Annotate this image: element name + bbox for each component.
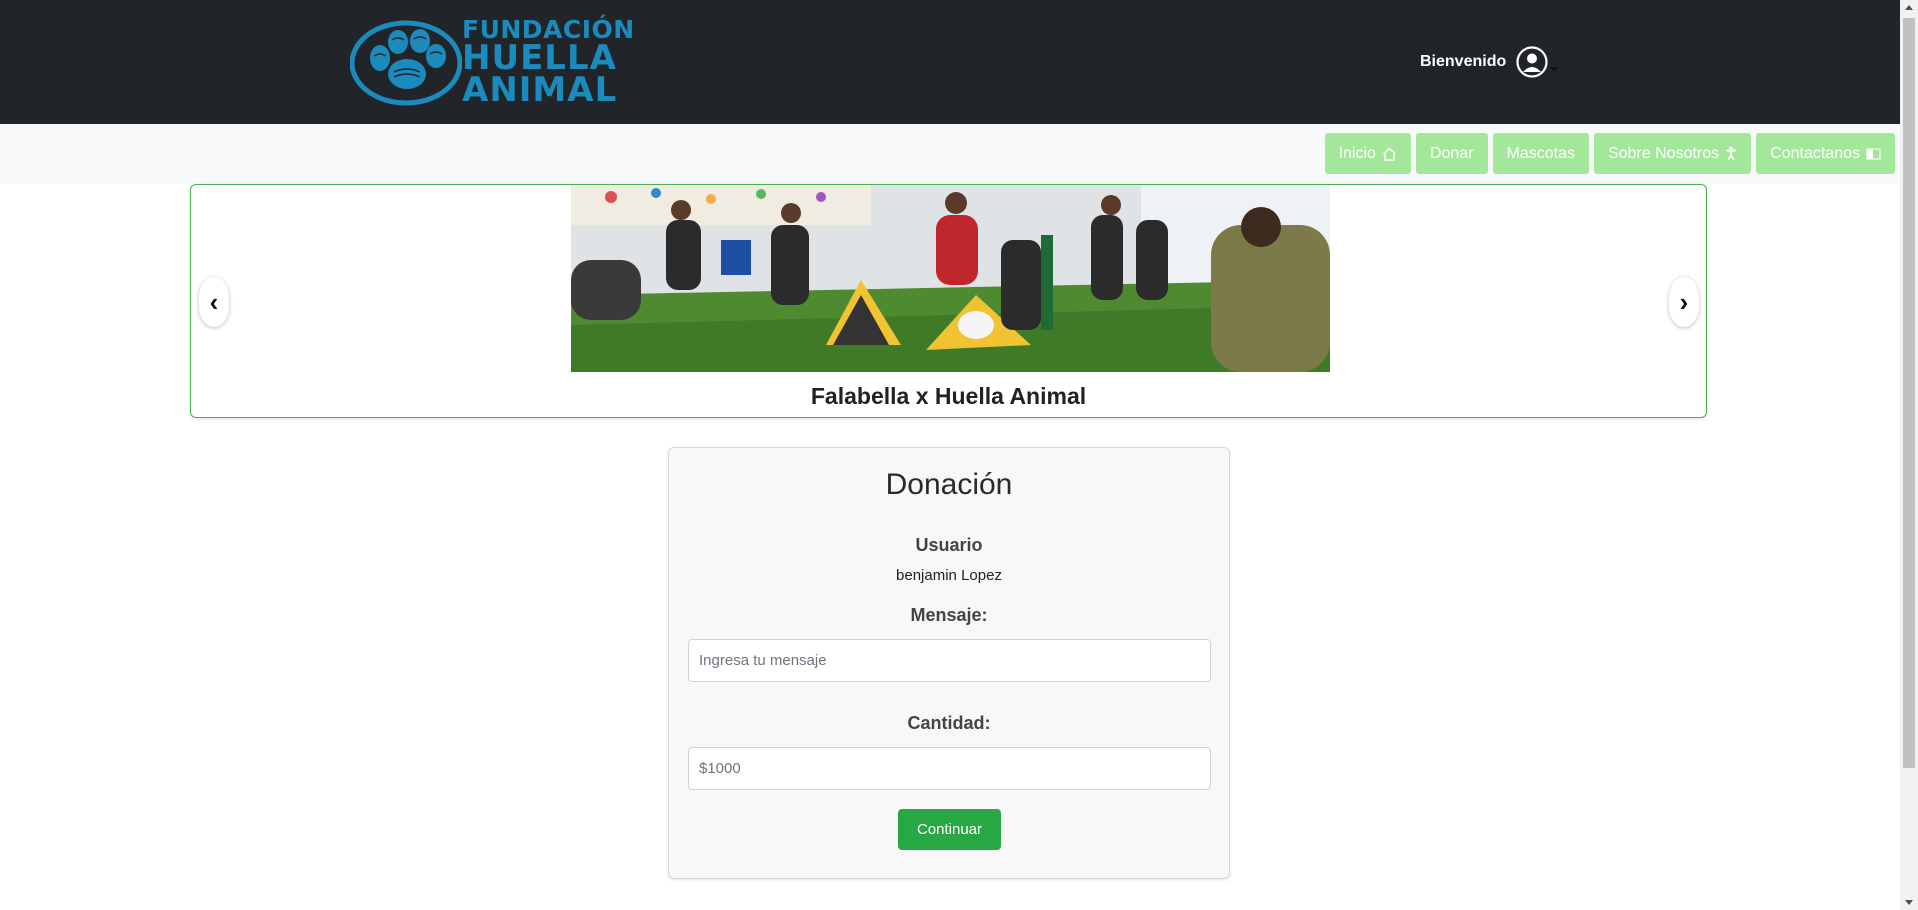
carousel-caption: Falabella x Huella Animal [810,383,1087,409]
chevron-left-icon: ‹ [209,286,219,317]
carousel-next-button[interactable]: › [1669,277,1699,327]
user-circle-icon[interactable] [1516,46,1548,78]
chevron-down-icon[interactable] [1550,66,1559,72]
carousel-prev-button[interactable]: ‹ [199,277,229,327]
image-carousel: ‹ › Falabella x Huella Animal [190,184,1707,418]
logo[interactable]: FUNDACIÓN HUELLA ANIMAL [350,17,634,107]
nav-donar[interactable]: Donar [1415,133,1488,174]
nav-inicio[interactable]: Inicio [1324,133,1411,174]
donation-title: Donación [885,468,1013,501]
nav-sobre-nosotros-label: Sobre Nosotros [1607,144,1720,162]
home-icon [1382,146,1396,161]
nav-inicio-label: Inicio [1338,144,1376,162]
user-value: benjamin Lopez [896,567,1002,584]
nav-donar-label: Donar [1429,144,1474,162]
chevron-right-icon: › [1679,286,1689,317]
main-nav: Inicio Donar Mascotas Sobre Nosotros Con… [0,124,1900,184]
user-label: Usuario [915,535,983,555]
user-menu[interactable]: Bienvenido [1420,46,1559,78]
nav-sobre-nosotros[interactable]: Sobre Nosotros [1593,133,1752,174]
nav-contactanos[interactable]: Contactanos [1756,133,1895,174]
person-icon [1725,146,1737,161]
nav-contactanos-label: Contactanos [1770,144,1860,162]
donation-card: Donación Usuario benjamin Lopez Mensaje:… [668,447,1230,879]
continue-button[interactable]: Continuar [898,809,1001,850]
scroll-down-icon[interactable] [1905,900,1913,905]
nav-links: Inicio Donar Mascotas Sobre Nosotros Con… [1324,133,1895,174]
paw-print-icon [350,20,462,106]
top-header: FUNDACIÓN HUELLA ANIMAL Bienvenido [0,0,1900,124]
logo-text: FUNDACIÓN HUELLA ANIMAL [462,17,635,111]
scroll-thumb[interactable] [1903,18,1915,768]
amount-label: Cantidad: [907,713,991,733]
carousel-slide-image [571,185,1330,372]
book-icon [1866,148,1881,159]
amount-input[interactable] [688,747,1211,790]
nav-mascotas-label: Mascotas [1506,144,1575,162]
nav-mascotas[interactable]: Mascotas [1492,133,1589,174]
scroll-up-icon[interactable] [1905,5,1913,10]
logo-line-3: ANIMAL [462,70,618,111]
message-label: Mensaje: [910,605,988,625]
message-input[interactable] [688,639,1211,682]
greeting-text: Bienvenido [1420,53,1507,70]
page-scrollbar[interactable] [1900,0,1918,910]
